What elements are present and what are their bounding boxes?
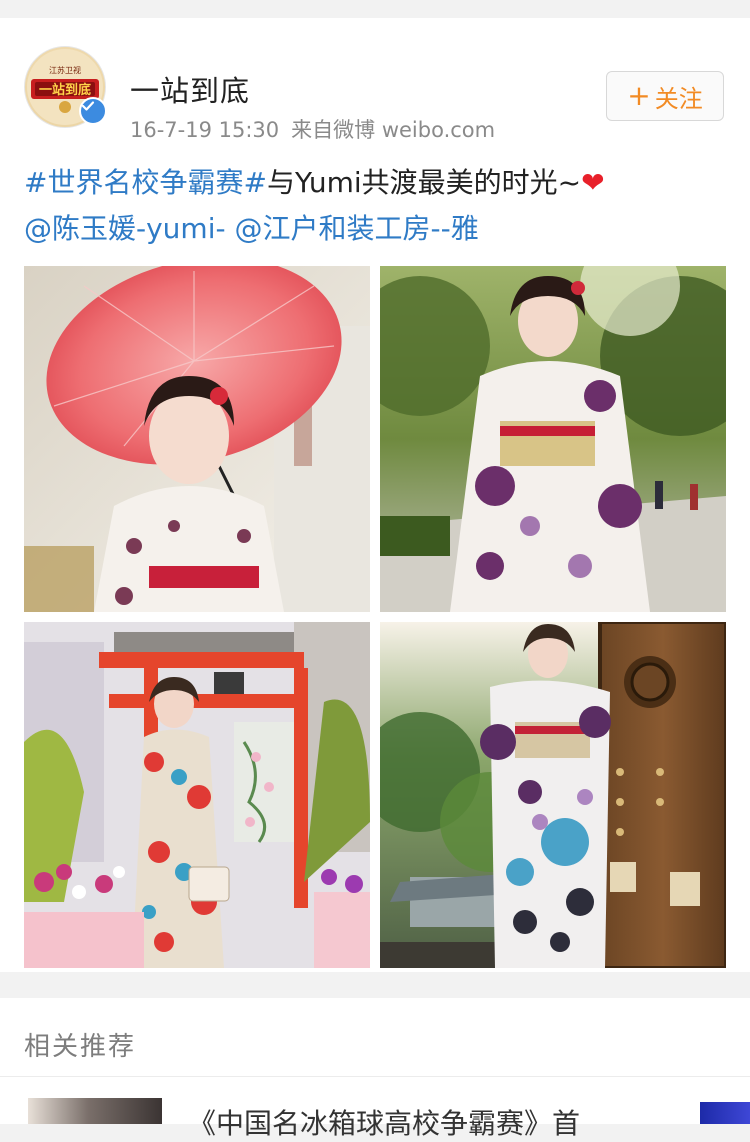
divider: [0, 1076, 750, 1077]
mention-link-edo[interactable]: @江户和装工房--雅: [235, 212, 479, 245]
kimono-torii-photo-icon: [24, 622, 370, 968]
verified-badge-icon: [79, 97, 107, 125]
follow-label: 关注: [654, 84, 703, 113]
related-section: 相关推荐 《中国名冰箱球高校争霸赛》首: [0, 998, 750, 1140]
post-body: 与Yumi共渡最美的时光~: [266, 166, 582, 199]
weibo-post-card: 一站到底 江苏卫视 一站到底 16-7-19 15:30 来自微博 weibo.c…: [0, 18, 750, 972]
plus-icon: +: [627, 79, 651, 112]
post-text: #世界名校争霸赛#与Yumi共渡最美的时光~❤ @陈玉媛-yumi- @江户和装…: [24, 160, 734, 252]
related-item-text[interactable]: 《中国名冰箱球高校争霸赛》首: [188, 1102, 580, 1142]
post-header: 一站到底 江苏卫视 一站到底 16-7-19 15:30 来自微博 weibo.c…: [0, 18, 750, 142]
post-date: 16-7-19 15:30: [130, 118, 280, 142]
post-meta: 16-7-19 15:30 来自微博 weibo.com: [130, 114, 507, 144]
username[interactable]: 一站到底: [130, 68, 250, 110]
kimono-park-photo-icon: [380, 266, 726, 612]
kimono-umbrella-photo-icon: [24, 266, 370, 612]
avatar[interactable]: 一站到底 江苏卫视: [24, 46, 107, 128]
related-thumb-2[interactable]: [700, 1102, 750, 1124]
hashtag-link[interactable]: #世界名校争霸赛#: [24, 166, 267, 199]
photo-1[interactable]: [24, 266, 370, 612]
related-title: 相关推荐: [24, 1032, 137, 1062]
photo-2[interactable]: [380, 266, 726, 612]
heart-icon: ❤: [581, 166, 605, 199]
top-gap: [0, 0, 750, 18]
photo-3[interactable]: [24, 622, 370, 968]
follow-button[interactable]: + 关注: [606, 71, 724, 121]
svg-text:江苏卫视: 江苏卫视: [49, 65, 81, 75]
post-source: 来自微博 weibo.com: [291, 118, 496, 142]
photo-4[interactable]: [380, 622, 726, 968]
mention-link-yumi[interactable]: @陈玉媛-yumi-: [24, 212, 226, 245]
related-thumb[interactable]: [28, 1098, 162, 1124]
kimono-door-photo-icon: [380, 622, 726, 968]
svg-text:一站到底: 一站到底: [39, 82, 91, 98]
photo-grid: [24, 266, 727, 968]
